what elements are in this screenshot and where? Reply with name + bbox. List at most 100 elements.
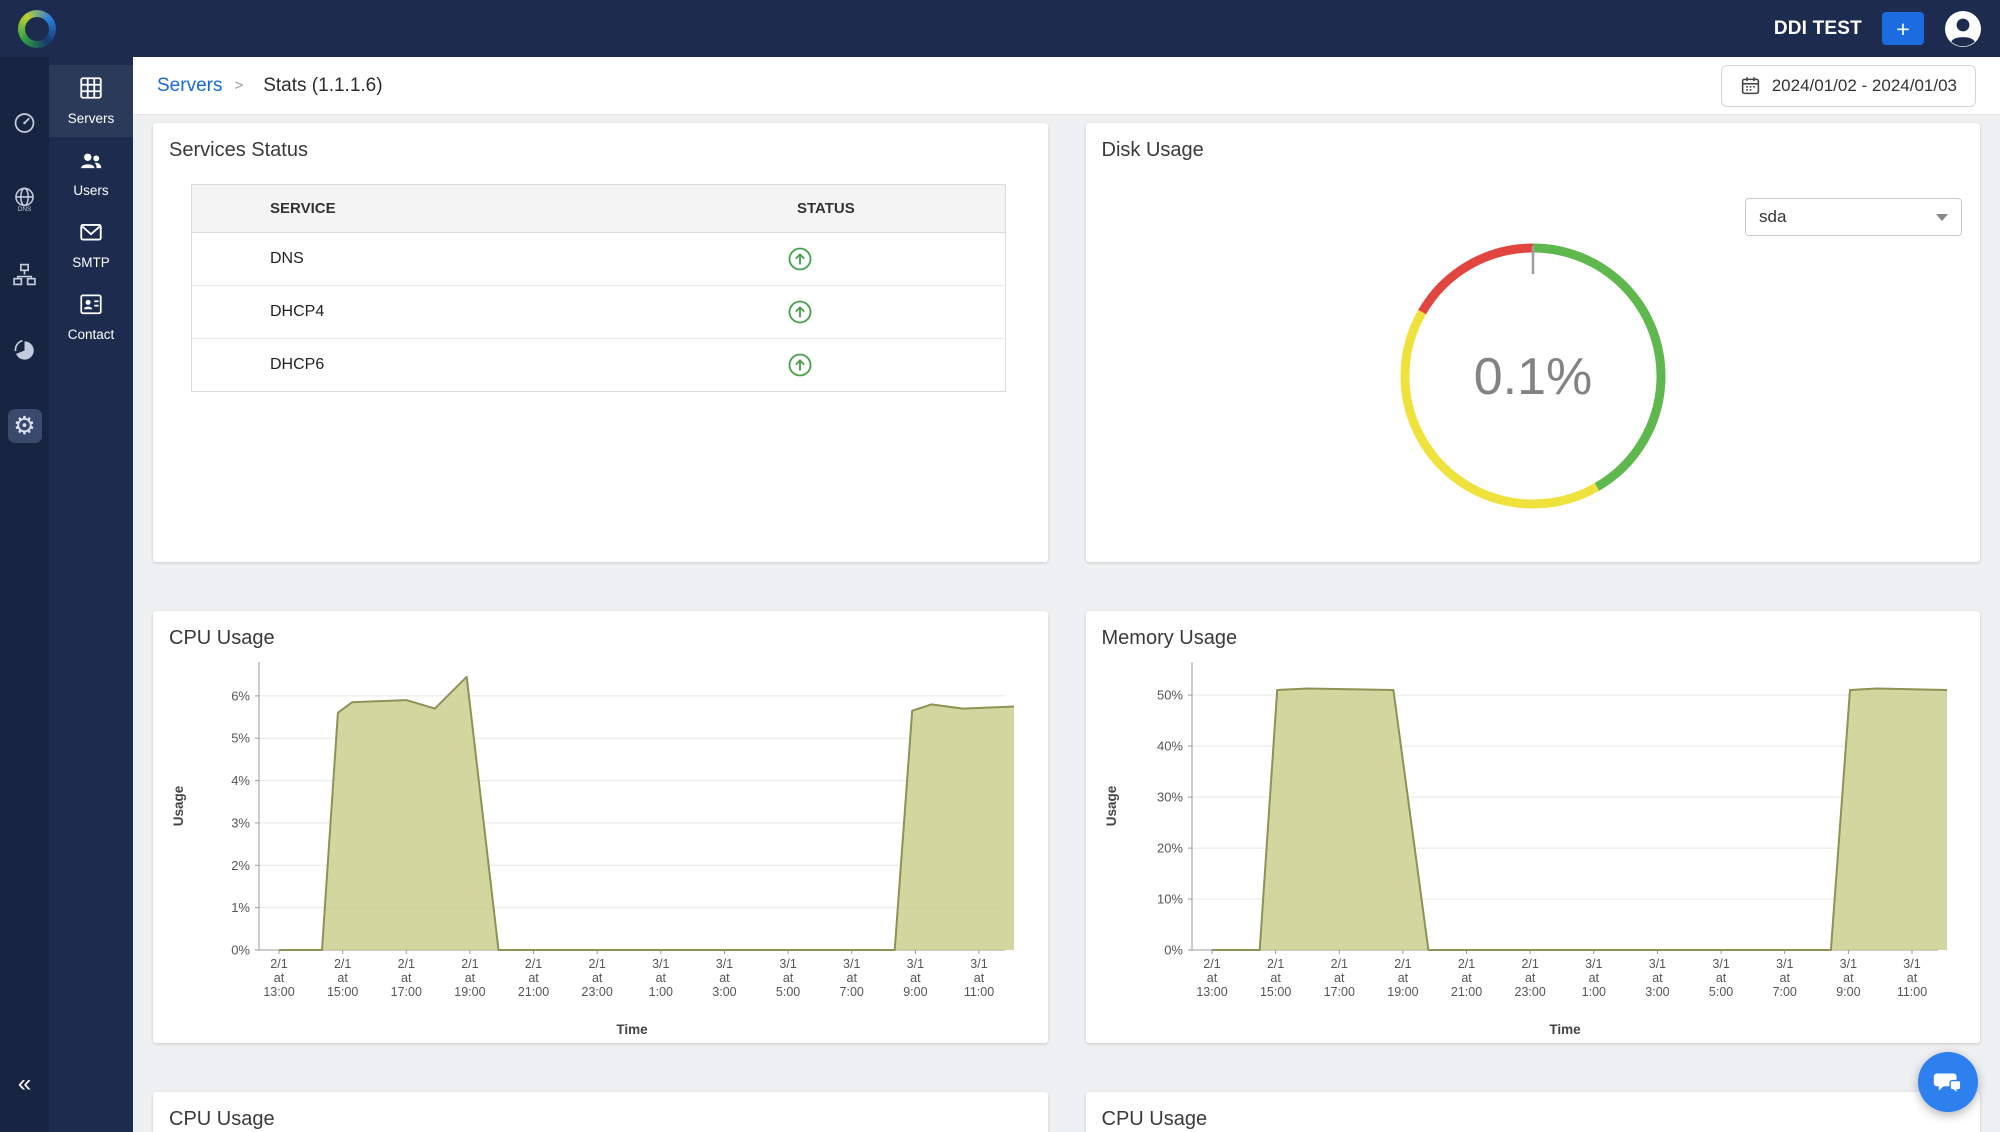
- brand-logo-icon[interactable]: [18, 10, 56, 48]
- service-name: DNS: [192, 233, 647, 286]
- breadcrumb-servers-link[interactable]: Servers: [157, 75, 222, 97]
- sidebar-item-contact[interactable]: Contact: [49, 281, 133, 353]
- chat-bubble-icon: [1931, 1065, 1965, 1099]
- svg-text:2/1at19:00: 2/1at19:00: [454, 957, 485, 999]
- sidebar-item-label: Servers: [49, 111, 133, 126]
- svg-text:0%: 0%: [1164, 943, 1183, 958]
- status-up-icon: [787, 352, 813, 378]
- card-title: CPU Usage: [1102, 1108, 1965, 1131]
- table-row: DHCP6: [192, 339, 1005, 392]
- chat-launcher-button[interactable]: [1918, 1052, 1978, 1112]
- memory-usage-chart: 0%10%20%30%40%50%2/1at13:002/1at15:002/1…: [1102, 652, 1962, 1040]
- svg-text:3/1at1:00: 3/1at1:00: [649, 957, 673, 999]
- section-menu: Servers Users SMTP Contact: [49, 57, 133, 1132]
- users-icon: [78, 147, 104, 173]
- svg-text:3/1at11:00: 3/1at11:00: [1896, 957, 1926, 999]
- smtp-mail-icon: [78, 219, 104, 245]
- dashboard-gauge-icon[interactable]: [8, 105, 42, 139]
- dns-caption: DNS: [18, 205, 32, 211]
- svg-text:50%: 50%: [1156, 688, 1182, 703]
- card-title: CPU Usage: [169, 627, 1032, 650]
- add-button[interactable]: +: [1882, 12, 1924, 45]
- svg-text:2/1at23:00: 2/1at23:00: [1514, 957, 1545, 999]
- servers-grid-icon: [78, 75, 104, 101]
- cpu-usage-chart: 0%1%2%3%4%5%6%2/1at13:002/1at15:002/1at1…: [169, 652, 1029, 1040]
- svg-text:2/1at17:00: 2/1at17:00: [391, 957, 422, 999]
- sidebar-item-label: Contact: [49, 327, 133, 342]
- svg-text:3/1at3:00: 3/1at3:00: [712, 957, 736, 999]
- bottom-left-card: CPU Usage: [153, 1092, 1048, 1132]
- svg-text:2/1at19:00: 2/1at19:00: [1387, 957, 1418, 999]
- svg-text:3/1at7:00: 3/1at7:00: [840, 957, 864, 999]
- memory-usage-card: Memory Usage 0%10%20%30%40%50%2/1at13:00…: [1086, 611, 1981, 1043]
- svg-text:2/1at13:00: 2/1at13:00: [1196, 957, 1227, 999]
- svg-text:6%: 6%: [231, 688, 250, 703]
- svg-text:20%: 20%: [1156, 841, 1182, 856]
- svg-text:2/1at17:00: 2/1at17:00: [1323, 957, 1354, 999]
- disk-gauge: 0.1%: [1086, 223, 1981, 529]
- svg-text:3/1at7:00: 3/1at7:00: [1772, 957, 1796, 999]
- services-status-card: Services Status SERVICE STATUS DNS: [153, 123, 1048, 562]
- svg-text:3/1at11:00: 3/1at11:00: [964, 957, 994, 999]
- svg-text:3%: 3%: [231, 815, 250, 830]
- svg-text:5%: 5%: [231, 731, 250, 746]
- dns-globe-icon[interactable]: DNS: [8, 181, 42, 215]
- svg-text:Time: Time: [1549, 1022, 1581, 1037]
- date-range-value: 2024/01/02 - 2024/01/03: [1772, 76, 1957, 96]
- svg-text:0%: 0%: [231, 943, 250, 958]
- sidebar-item-users[interactable]: Users: [49, 137, 133, 209]
- disk-usage-card: Disk Usage sda 0.1%: [1086, 123, 1981, 562]
- svg-text:2/1at21:00: 2/1at21:00: [1450, 957, 1481, 999]
- service-name: DHCP6: [192, 339, 647, 392]
- svg-text:2/1at23:00: 2/1at23:00: [582, 957, 613, 999]
- topbar-right: DDI TEST +: [1774, 10, 1982, 48]
- svg-text:2/1at15:00: 2/1at15:00: [1259, 957, 1290, 999]
- services-table: SERVICE STATUS DNS: [191, 184, 1006, 392]
- card-title: CPU Usage: [169, 1108, 1032, 1131]
- svg-text:Time: Time: [616, 1022, 648, 1037]
- gauge-value: 0.1%: [1473, 348, 1592, 406]
- svg-text:3/1at9:00: 3/1at9:00: [903, 957, 927, 999]
- svg-text:3/1at5:00: 3/1at5:00: [776, 957, 800, 999]
- svg-text:3/1at3:00: 3/1at3:00: [1645, 957, 1669, 999]
- breadcrumb-separator: >: [234, 77, 243, 94]
- svg-text:40%: 40%: [1156, 739, 1182, 754]
- chevron-down-icon: [1936, 214, 1948, 221]
- svg-text:Usage: Usage: [1104, 785, 1119, 826]
- card-title: Services Status: [169, 139, 1032, 162]
- bottom-right-card: CPU Usage: [1086, 1092, 1981, 1132]
- card-title: Memory Usage: [1102, 627, 1965, 650]
- svg-text:4%: 4%: [231, 773, 250, 788]
- table-header-row: SERVICE STATUS: [192, 185, 1005, 233]
- svg-text:3/1at5:00: 3/1at5:00: [1708, 957, 1732, 999]
- svg-text:3/1at9:00: 3/1at9:00: [1836, 957, 1860, 999]
- sidebar-item-label: SMTP: [49, 255, 133, 270]
- ipam-hierarchy-icon[interactable]: [8, 257, 42, 291]
- workspace-label: DDI TEST: [1774, 18, 1862, 40]
- sidebar-item-servers[interactable]: Servers: [49, 65, 133, 137]
- user-avatar-icon[interactable]: [1944, 10, 1982, 48]
- sidebar-collapse-button[interactable]: «: [0, 1070, 49, 1098]
- svg-text:1%: 1%: [231, 900, 250, 915]
- status-up-icon: [787, 246, 813, 272]
- contact-card-icon: [78, 291, 104, 317]
- status-up-icon: [787, 299, 813, 325]
- reports-pie-icon[interactable]: [8, 333, 42, 367]
- sidebar-item-smtp[interactable]: SMTP: [49, 209, 133, 281]
- settings-gear-icon[interactable]: ⚙: [8, 409, 42, 443]
- svg-text:3/1at1:00: 3/1at1:00: [1581, 957, 1605, 999]
- sidebar-item-label: Users: [49, 183, 133, 198]
- svg-text:30%: 30%: [1156, 790, 1182, 805]
- card-title: Disk Usage: [1102, 139, 1965, 162]
- calendar-icon: [1740, 75, 1761, 96]
- table-row: DHCP4: [192, 286, 1005, 339]
- service-name: DHCP4: [192, 286, 647, 339]
- svg-text:Usage: Usage: [171, 785, 186, 826]
- icon-rail: DNS ⚙: [0, 57, 49, 1132]
- column-header-status: STATUS: [647, 185, 1005, 233]
- column-header-service: SERVICE: [192, 185, 647, 233]
- date-range-picker[interactable]: 2024/01/02 - 2024/01/03: [1721, 65, 1976, 107]
- topbar: DDI TEST +: [0, 0, 2000, 57]
- breadcrumb-bar: Servers > Stats (1.1.1.6) 2024/01/02 - 2…: [133, 57, 2000, 115]
- cpu-usage-card: CPU Usage 0%1%2%3%4%5%6%2/1at13:002/1at1…: [153, 611, 1048, 1043]
